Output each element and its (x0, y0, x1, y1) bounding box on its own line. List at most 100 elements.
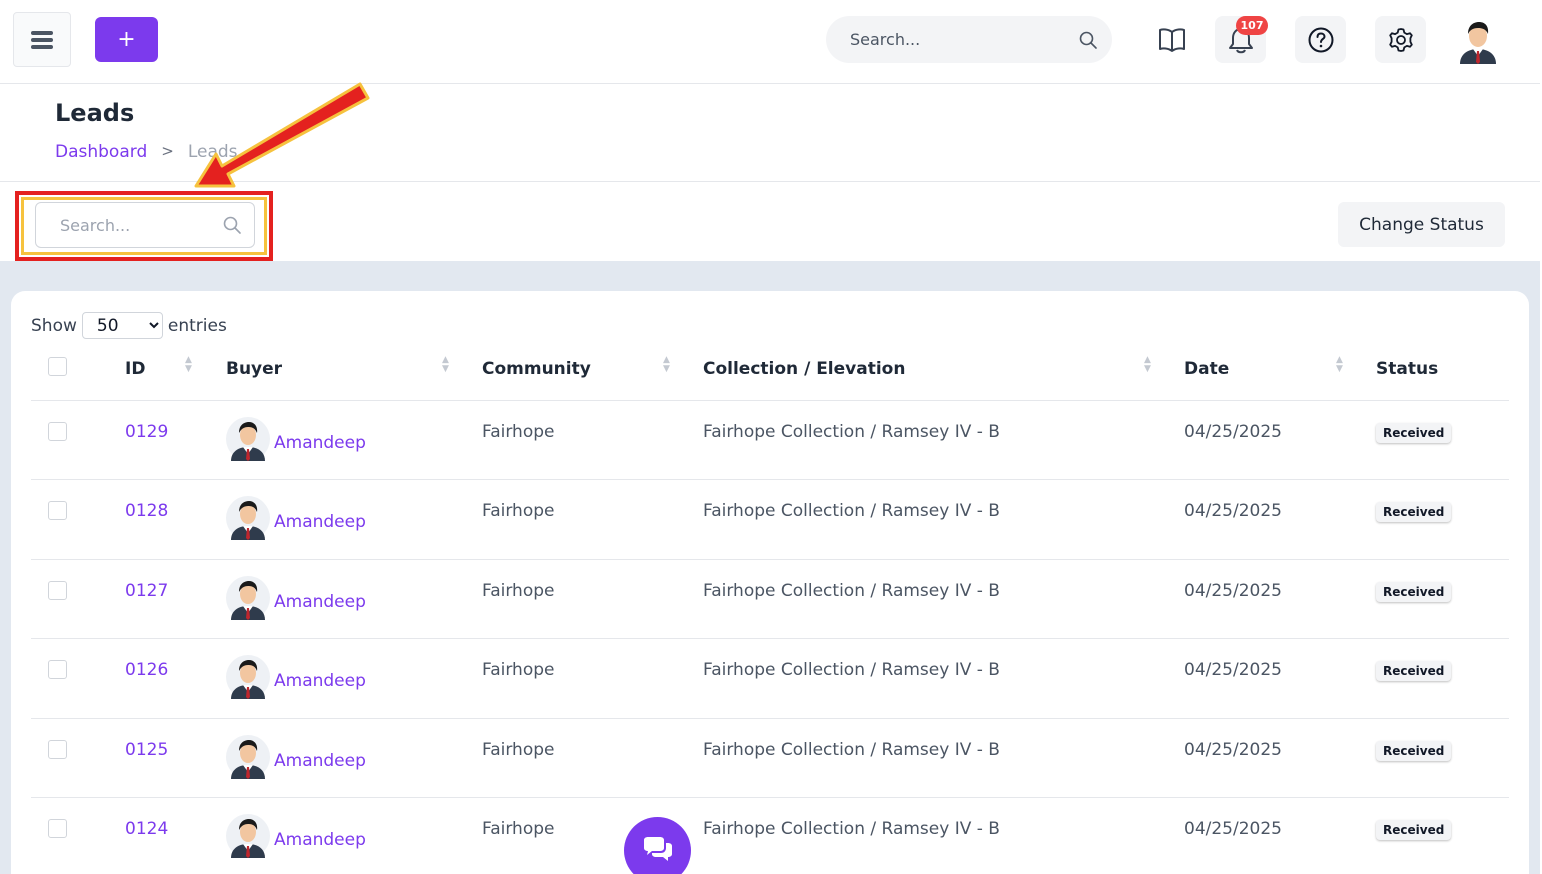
collection-cell: Fairhope Collection / Ramsey IV - B (703, 797, 1184, 874)
lead-id-link[interactable]: 0127 (125, 581, 168, 601)
collection-cell: Fairhope Collection / Ramsey IV - B (703, 559, 1184, 639)
select-all-header (31, 338, 125, 401)
buyer-avatar (226, 496, 270, 540)
sort-icon: ▲ ▼ (442, 355, 449, 374)
user-avatar[interactable] (1454, 16, 1502, 64)
community-cell: Fairhope (482, 718, 703, 798)
sort-icon: ▲ ▼ (1336, 355, 1343, 374)
row-checkbox[interactable] (48, 819, 67, 838)
breadcrumb-dashboard-link[interactable]: Dashboard (55, 142, 147, 162)
lead-id-link[interactable]: 0126 (125, 660, 168, 680)
leads-search-input[interactable] (60, 215, 222, 235)
collection-cell: Fairhope Collection / Ramsey IV - B (703, 718, 1184, 798)
sort-icon: ▲ ▼ (663, 355, 670, 374)
buyer-cell: Amandeep (226, 734, 482, 779)
page-title: Leads (55, 99, 135, 127)
buyer-avatar (226, 814, 270, 858)
date-cell: 04/25/2025 (1184, 718, 1376, 798)
date-cell: 04/25/2025 (1184, 559, 1376, 639)
entries-select[interactable]: 102550100 (81, 312, 163, 339)
table-row[interactable]: 0126 Amandeep Fairhope Fairhope Collecti… (31, 638, 1509, 719)
buyer-cell: Amandeep (226, 416, 482, 461)
date-cell: 04/25/2025 (1184, 479, 1376, 560)
global-search (826, 16, 1112, 63)
status-badge: Received (1376, 422, 1452, 443)
help-icon (1308, 27, 1333, 52)
leads-table: ID ▲ ▼ Buyer ▲ ▼ Community ▲ ▼ Collection / El… (31, 338, 1509, 874)
buyer-cell: Amandeep (226, 575, 482, 620)
table-row[interactable]: 0129 Amandeep Fairhope Fairhope Collecti… (31, 400, 1509, 480)
community-cell: Fairhope (482, 400, 703, 480)
column-buyer[interactable]: Buyer ▲ ▼ (226, 338, 482, 401)
lead-id-link[interactable]: 0128 (125, 501, 168, 521)
buyer-name-link[interactable]: Amandeep (274, 743, 366, 771)
community-cell: Fairhope (482, 559, 703, 639)
buyer-avatar (226, 734, 270, 779)
row-checkbox[interactable] (48, 421, 67, 441)
status-badge: Received (1376, 581, 1452, 602)
chat-icon (643, 836, 672, 861)
row-checkbox[interactable] (48, 580, 67, 600)
book-icon (1158, 27, 1185, 52)
search-icon (223, 216, 241, 234)
show-label: Show (31, 315, 77, 336)
sort-icon: ▲ ▼ (185, 355, 192, 374)
row-checkbox[interactable] (48, 501, 67, 520)
entries-control: Show 102550100 entries (31, 312, 227, 339)
table-row[interactable]: 0124 Amandeep Fairhope Fairhope Collecti… (31, 797, 1509, 874)
buyer-name-link[interactable]: Amandeep (274, 504, 366, 532)
top-header: + 107 (0, 0, 1540, 84)
buyer-avatar (226, 575, 270, 620)
lead-id-link[interactable]: 0124 (125, 819, 168, 839)
date-cell: 04/25/2025 (1184, 797, 1376, 874)
plus-icon: + (117, 27, 136, 52)
add-new-button[interactable]: + (95, 17, 158, 62)
menu-icon (31, 28, 53, 52)
buyer-name-link[interactable]: Amandeep (274, 584, 366, 612)
date-cell: 04/25/2025 (1184, 638, 1376, 719)
annotation-arrow (194, 82, 370, 188)
column-community[interactable]: Community ▲ ▼ (482, 338, 703, 401)
docs-button[interactable] (1146, 16, 1197, 63)
buyer-avatar (226, 655, 270, 699)
table-header-row: ID ▲ ▼ Buyer ▲ ▼ Community ▲ ▼ Collection / El… (31, 338, 1509, 401)
search-icon[interactable] (1078, 30, 1098, 50)
menu-toggle-button[interactable] (13, 12, 71, 67)
column-date[interactable]: Date ▲ ▼ (1184, 338, 1376, 401)
change-status-button[interactable]: Change Status (1338, 202, 1505, 247)
breadcrumb-separator: > (161, 142, 174, 160)
status-badge: Received (1376, 740, 1452, 761)
buyer-name-link[interactable]: Amandeep (274, 663, 366, 691)
collection-cell: Fairhope Collection / Ramsey IV - B (703, 400, 1184, 480)
table-row[interactable]: 0127 Amandeep Fairhope Fairhope Collecti… (31, 559, 1509, 639)
lead-id-link[interactable]: 0129 (125, 422, 168, 442)
column-status[interactable]: Status (1376, 338, 1509, 401)
lead-id-link[interactable]: 0125 (125, 740, 168, 760)
buyer-name-link[interactable]: Amandeep (274, 822, 366, 850)
collection-cell: Fairhope Collection / Ramsey IV - B (703, 479, 1184, 560)
gear-icon (1388, 27, 1413, 52)
entries-label: entries (167, 315, 227, 336)
row-checkbox[interactable] (48, 660, 67, 679)
notification-count-badge: 107 (1236, 16, 1268, 35)
community-cell: Fairhope (482, 479, 703, 560)
community-cell: Fairhope (482, 638, 703, 719)
select-all-checkbox[interactable] (48, 356, 67, 376)
buyer-avatar (226, 416, 270, 461)
status-badge: Received (1376, 502, 1452, 522)
settings-button[interactable] (1375, 16, 1426, 63)
column-id[interactable]: ID ▲ ▼ (125, 338, 226, 401)
table-row[interactable]: 0125 Amandeep Fairhope Fairhope Collecti… (31, 718, 1509, 798)
row-checkbox[interactable] (48, 739, 67, 759)
help-button[interactable] (1295, 16, 1346, 63)
table-row[interactable]: 0128 Amandeep Fairhope Fairhope Collecti… (31, 479, 1509, 560)
buyer-name-link[interactable]: Amandeep (274, 425, 366, 453)
sort-icon: ▲ ▼ (1144, 355, 1151, 374)
status-badge: Received (1376, 661, 1452, 681)
status-badge: Received (1376, 820, 1452, 840)
buyer-cell: Amandeep (226, 496, 482, 540)
date-cell: 04/25/2025 (1184, 400, 1376, 480)
column-collection[interactable]: Collection / Elevation ▲ ▼ (703, 338, 1184, 401)
global-search-input[interactable] (850, 30, 1078, 49)
filter-bar: Change Status (0, 182, 1540, 261)
